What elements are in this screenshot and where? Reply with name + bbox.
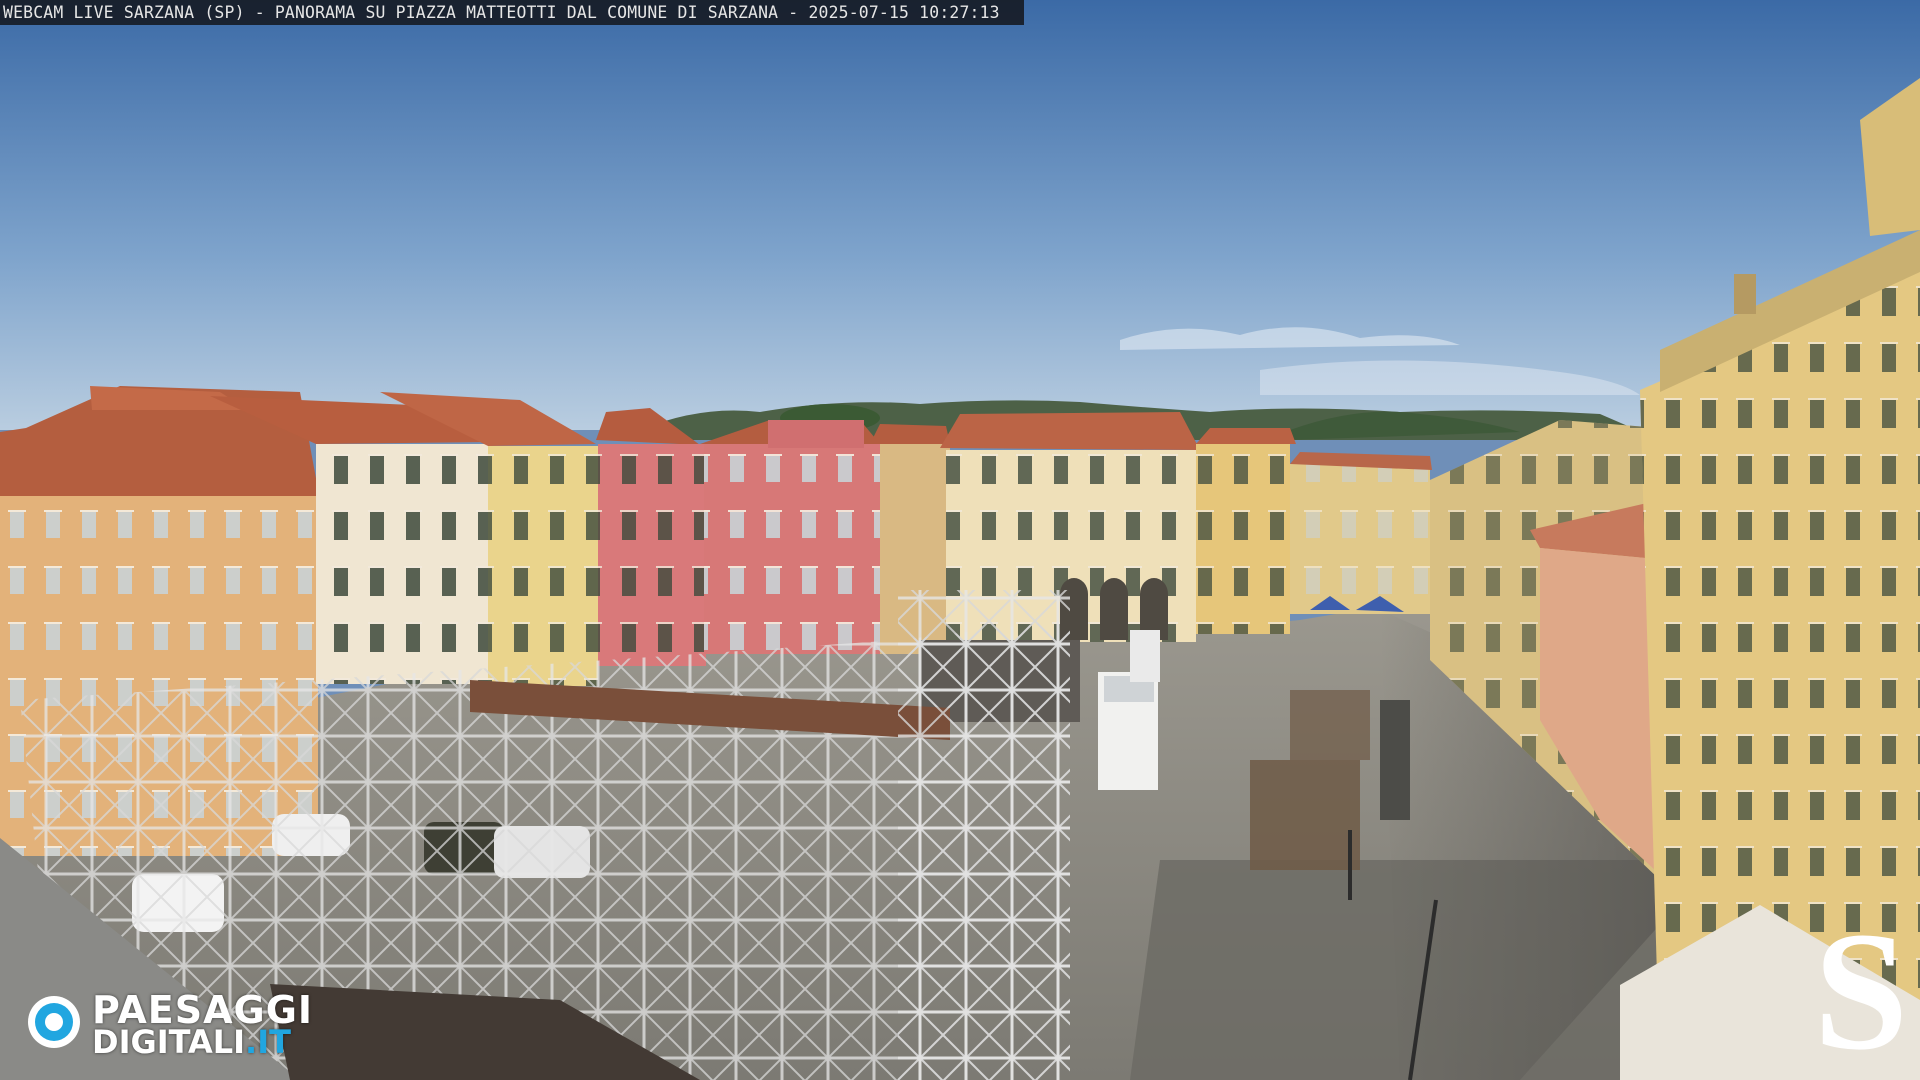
s-logo-letter: S (1814, 916, 1909, 1066)
webcam-caption: WEBCAM LIVE SARZANA (SP) - PANORAMA SU P… (0, 0, 1024, 25)
brand-name-tld: .IT (245, 1023, 291, 1061)
paesaggi-digitali-logo: PAESAGGI DIGITALI.IT (26, 990, 326, 1060)
eye-icon (28, 996, 80, 1048)
brand-name-main: DIGITALI (92, 1023, 246, 1061)
webcam-frame (0, 0, 1920, 1080)
s-corner-logo: S (1814, 916, 1909, 1066)
brand-name-line2: DIGITALI.IT (92, 1024, 291, 1060)
sky (0, 0, 1920, 430)
